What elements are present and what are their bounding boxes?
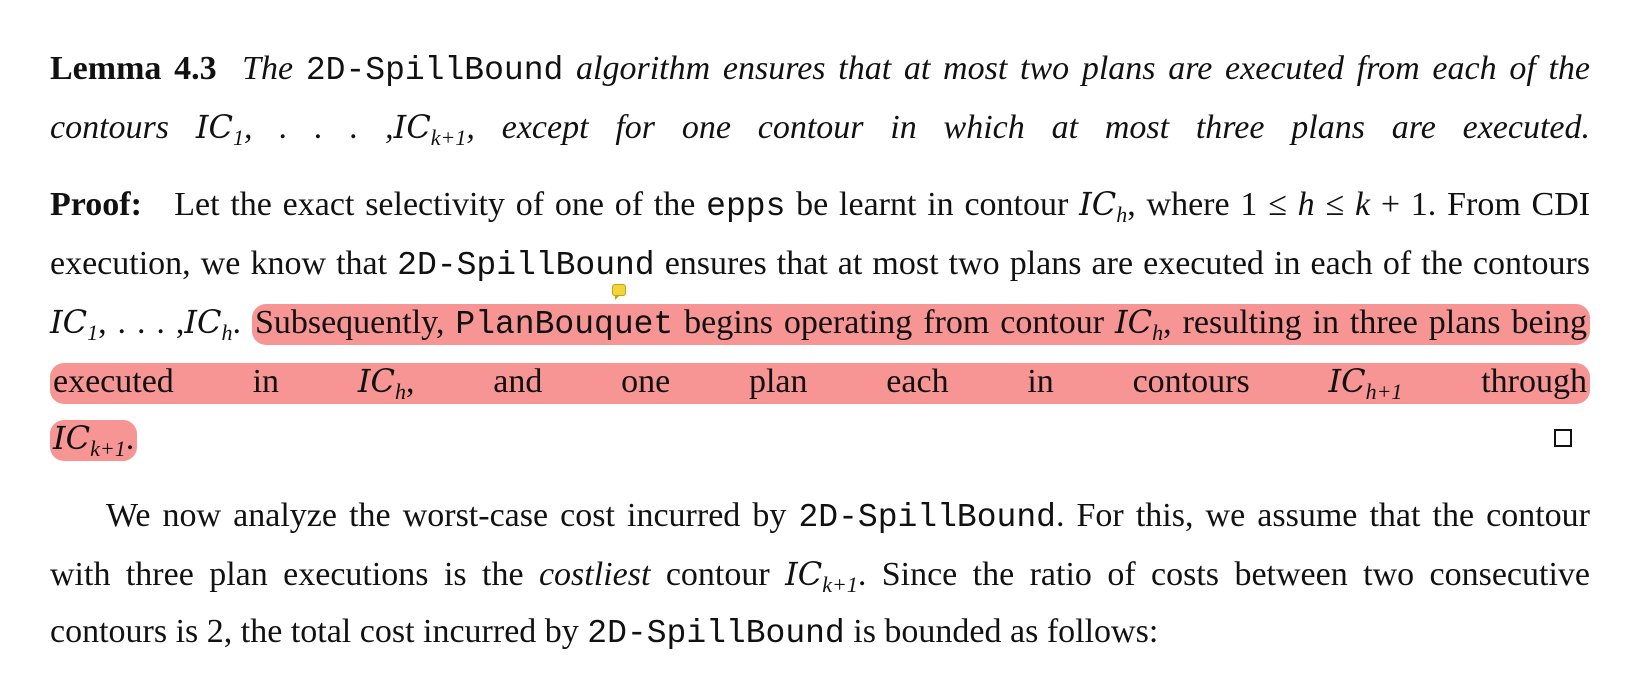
epps-term: epps: [706, 188, 786, 225]
algo-name: 2D-SpillBound: [305, 52, 564, 89]
highlighted-passage-end[interactable]: ICk+1.: [50, 419, 138, 461]
annotation-note-icon[interactable]: [612, 284, 626, 300]
algo-name: 2D-SpillBound: [798, 499, 1056, 536]
proof-label: Proof:: [50, 186, 142, 223]
lemma-statement: Lemma 4.3 The 2D-SpillBound algorithm en…: [50, 50, 1591, 150]
qed-square-icon: [1554, 429, 1572, 447]
highlighted-passage[interactable]: Subsequently, PlanBouquet begins operati…: [50, 303, 1591, 404]
lemma-label: Lemma 4.3: [50, 50, 217, 87]
planbouquet-term: PlanBouquet: [455, 306, 674, 343]
proof-paragraph: Proof: Let the exact selectivity of one …: [50, 185, 1591, 404]
emphasis-costliest: costliest: [538, 556, 651, 593]
analysis-paragraph: We now analyze the worst-case cost incur…: [50, 497, 1591, 652]
document-page: Lemma 4.3 The 2D-SpillBound algorithm en…: [50, 40, 1590, 662]
algo-name: 2D-SpillBound: [397, 247, 655, 284]
algo-name: 2D-SpillBound: [587, 615, 845, 652]
proof-end-line: ICk+1.: [50, 410, 1590, 467]
